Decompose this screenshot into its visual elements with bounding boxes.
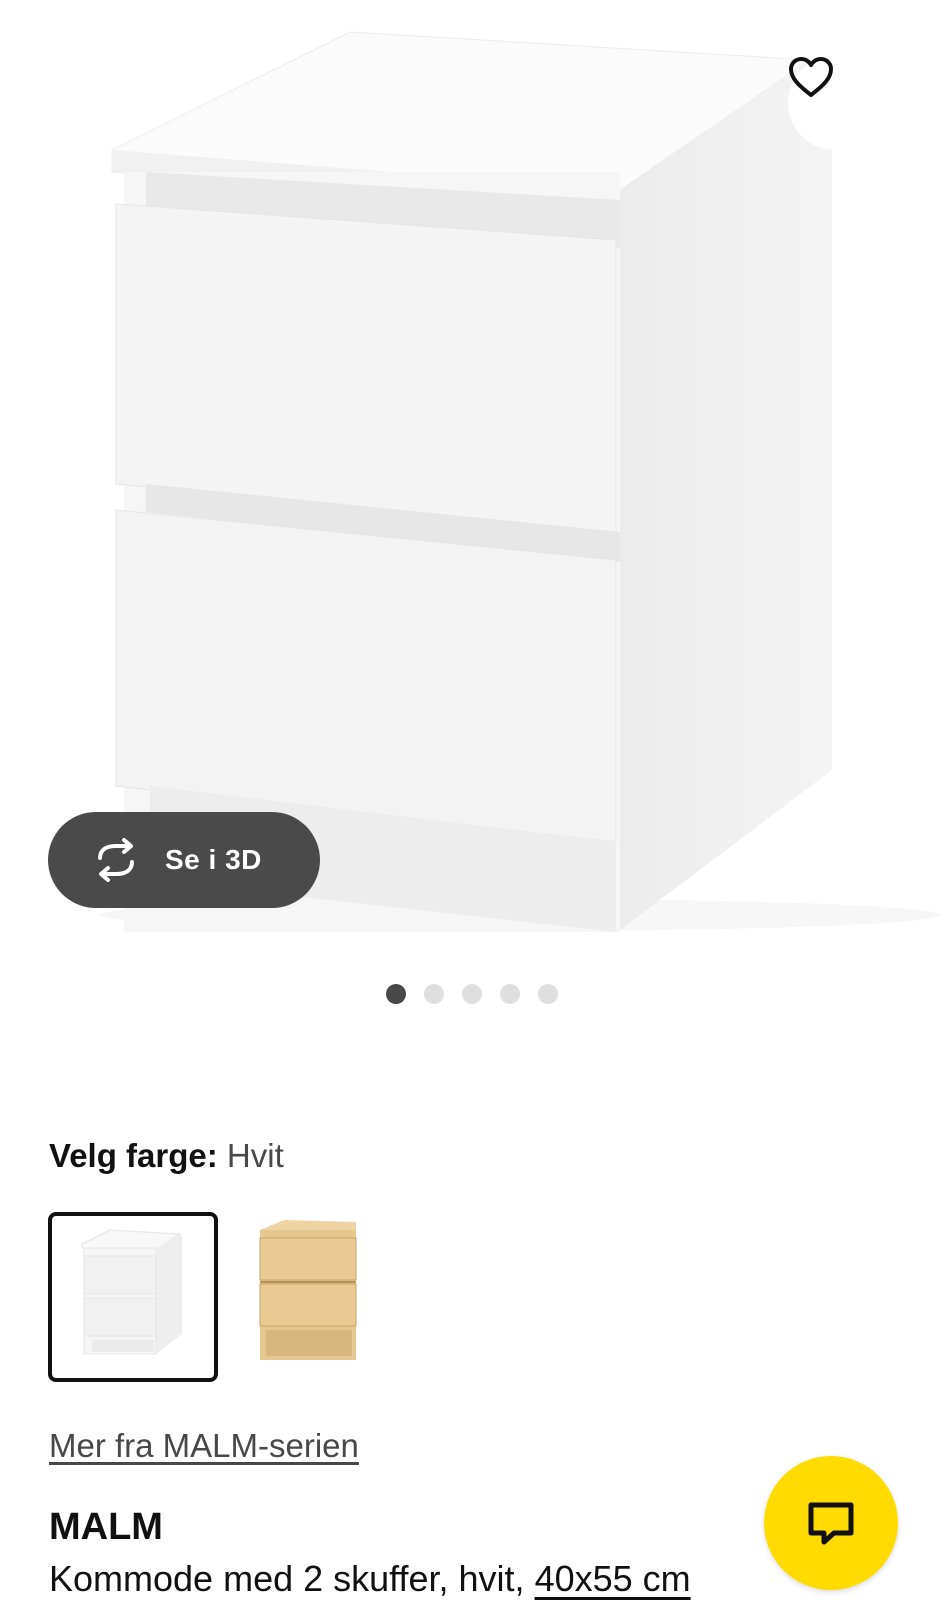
color-picker-label-row: Velg farge: Hvit	[49, 1134, 284, 1178]
color-picker-label: Velg farge:	[49, 1137, 218, 1174]
product-dimensions-link[interactable]: 40x55 cm	[535, 1558, 691, 1599]
carousel-dot[interactable]	[424, 984, 444, 1004]
favorite-button[interactable]	[788, 56, 882, 150]
series-link[interactable]: Mer fra MALM-serien	[49, 1424, 359, 1468]
color-option-white[interactable]	[48, 1212, 218, 1382]
carousel-dot[interactable]	[538, 984, 558, 1004]
birch-dresser-thumbnail	[259, 1220, 357, 1360]
color-option-birch[interactable]	[226, 1212, 396, 1382]
chat-bubble-icon	[808, 1502, 854, 1545]
carousel-indicators	[386, 984, 558, 1004]
view-in-3d-button[interactable]: Se i 3D	[48, 812, 320, 908]
heart-outline-icon	[789, 57, 833, 97]
carousel-dot[interactable]	[500, 984, 520, 1004]
rotate-360-icon	[98, 838, 134, 882]
product-image-dresser	[100, 31, 940, 932]
white-dresser-thumbnail	[81, 1229, 182, 1355]
product-description: Kommode med 2 skuffer, hvit, 40x55 cm	[49, 1556, 691, 1602]
product-name: MALM	[49, 1506, 163, 1548]
selected-color-value: Hvit	[226, 1137, 284, 1174]
product-image-gallery[interactable]: Se i 3D	[0, 0, 948, 950]
view-in-3d-label: Se i 3D	[165, 844, 262, 875]
carousel-dot[interactable]	[462, 984, 482, 1004]
carousel-dot[interactable]	[386, 984, 406, 1004]
chat-button[interactable]	[764, 1456, 898, 1590]
product-description-text: Kommode med 2 skuffer, hvit,	[49, 1558, 535, 1599]
